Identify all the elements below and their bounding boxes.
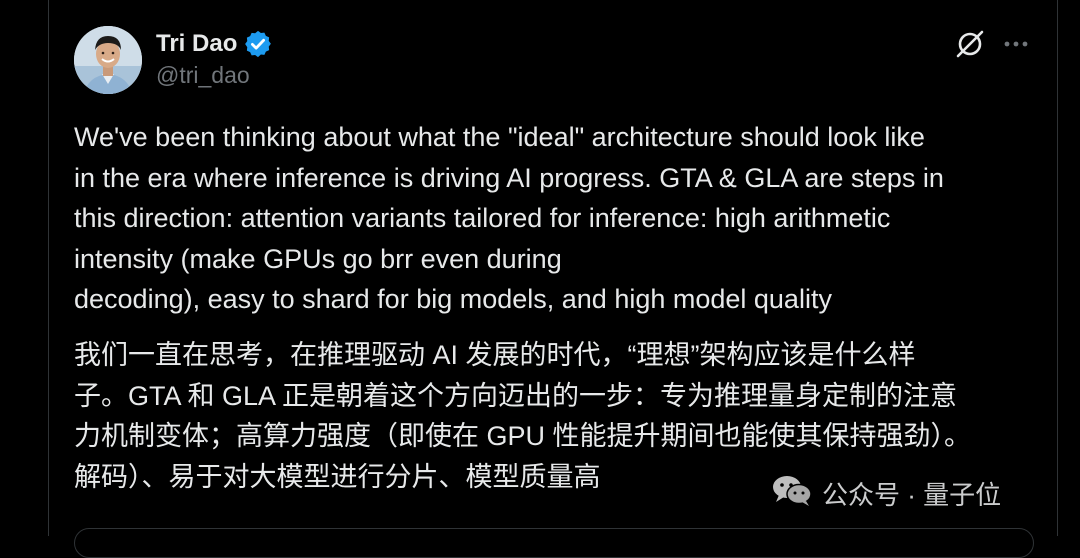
watermark-text: 公众号 · 量子位 [822, 479, 1002, 510]
wechat-icon [770, 472, 814, 515]
tweet-text-line: intensity (make GPUs go brr even during [74, 243, 562, 274]
tweet-text-line: 力机制变体；高算力强度（即使在 GPU 性能提升期间也能使其保持强劲）。 [74, 421, 972, 451]
watermark: 公众号 · 量子位 [770, 468, 1001, 518]
tweet-text-line: this direction: attention variants tailo… [74, 203, 891, 233]
author-handle[interactable]: @tri_dao [156, 62, 250, 89]
author-display-name[interactable]: Tri Dao [156, 30, 237, 58]
verified-badge-icon[interactable] [243, 29, 273, 59]
grok-slash-icon[interactable] [952, 26, 988, 62]
tweet-text-line: 子。GTA 和 GLA 正是朝着这个方向迈出的一步：专为推理量身定制的注意 [74, 380, 958, 411]
tweet-text-line: decoding), easy to shard for big models,… [74, 284, 832, 314]
author-name-row: Tri Dao [156, 27, 273, 61]
embedded-card[interactable] [74, 528, 1034, 558]
more-dots-icon[interactable] [998, 26, 1034, 62]
tweet-text-line: We've been thinking about what the "idea… [74, 122, 925, 152]
tweet-text-line: 我们一直在思考，在推理驱动 AI 发展的时代，“理想”架构应该是什么样 [74, 340, 916, 370]
avatar[interactable] [74, 26, 142, 94]
tweet-text-english: We've been thinking about what the "idea… [74, 117, 1034, 320]
avatar-photo [74, 26, 142, 94]
tweet-text-line: in the era where inference is driving AI… [74, 162, 944, 193]
